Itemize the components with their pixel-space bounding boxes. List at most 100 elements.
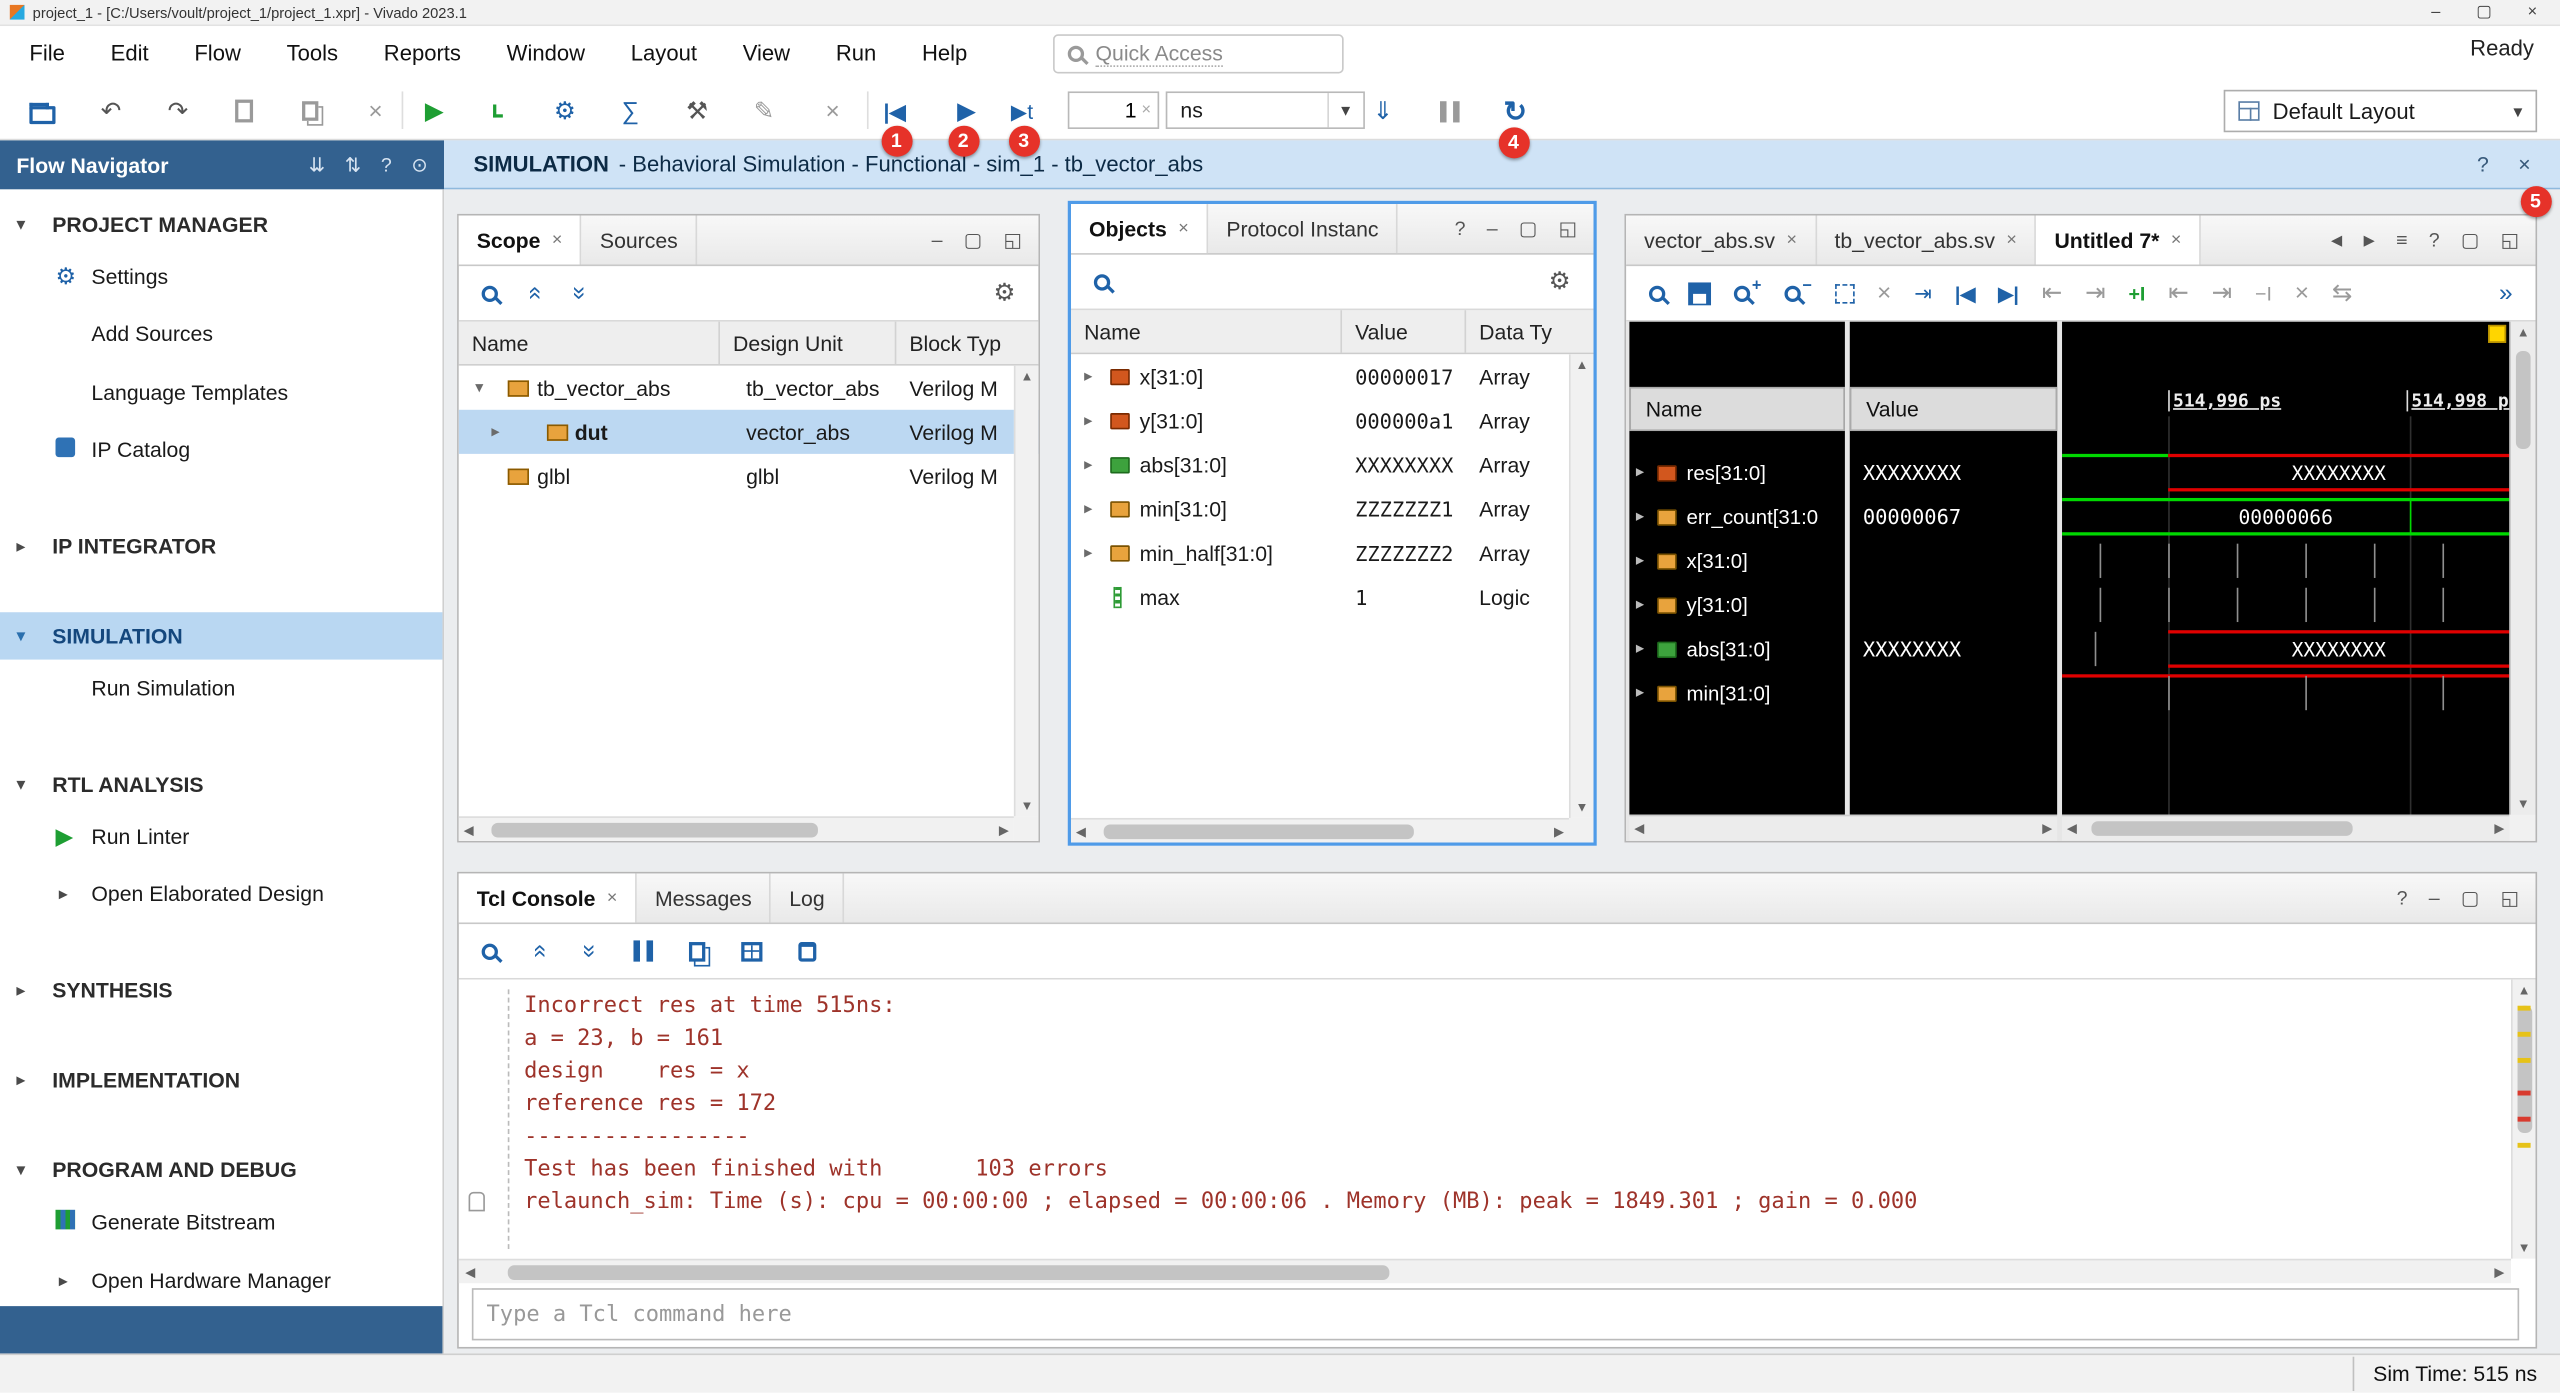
scroll-down-icon[interactable]: ▼ [2517, 797, 2530, 812]
help-icon[interactable]: ? [1455, 217, 1466, 240]
sim-step-icon[interactable]: ⇓ [1367, 95, 1400, 128]
wave-trace-err-count[interactable]: 00000066 [2062, 495, 2509, 539]
scrollbar-thumb[interactable] [491, 823, 818, 838]
tcl-console-output[interactable]: Incorrect res at time 515ns: a = 23, b =… [459, 980, 2536, 1259]
flow-nav-run-simulation[interactable]: Run Simulation [0, 666, 442, 708]
chevron-right-icon[interactable]: ▸ [1084, 411, 1092, 429]
marker-flag-icon[interactable] [2488, 325, 2506, 343]
maximize-icon[interactable]: ▢ [964, 229, 983, 252]
close-icon[interactable]: × [1178, 219, 1189, 239]
undo-icon[interactable]: ↶ [95, 95, 128, 128]
scroll-up-icon[interactable]: ▲ [2518, 983, 2531, 998]
chevron-down-icon[interactable]: ▾ [475, 379, 483, 397]
menu-window[interactable]: Window [484, 26, 608, 80]
pause-output-icon[interactable] [633, 940, 653, 961]
report-sigma-icon[interactable]: ∑ [614, 95, 647, 128]
flow-nav-project-manager[interactable]: ▾ PROJECT MANAGER [0, 202, 442, 244]
scroll-right-icon[interactable]: ▶ [2494, 1264, 2504, 1279]
scroll-down-icon[interactable]: ▼ [1020, 798, 1033, 813]
close-icon[interactable]: × [2006, 230, 2017, 250]
vertical-scrollbar[interactable]: ▲ ▼ [1014, 366, 1038, 817]
flow-nav-generate-bitstream[interactable]: Generate Bitstream [0, 1200, 442, 1242]
wave-col-name-header[interactable]: Name [1629, 387, 1845, 431]
flow-nav-rtl-analysis[interactable]: ▾ RTL ANALYSIS [0, 762, 442, 804]
tab-log[interactable]: Log [771, 873, 844, 922]
help-icon[interactable]: ? [2397, 887, 2408, 910]
object-row-y[interactable]: ▸ y[31:0] 000000a1 Array [1071, 398, 1593, 442]
wave-signal-row[interactable]: ▸ res[31:0] [1629, 451, 1845, 495]
sim-time-value-field[interactable] [1076, 98, 1137, 122]
scroll-up-icon[interactable]: ▲ [1576, 358, 1589, 373]
copy-icon[interactable] [294, 95, 327, 128]
object-row-x[interactable]: ▸ x[31:0] 00000017 Array [1071, 354, 1593, 398]
tab-menu-icon[interactable]: ≡ [2396, 229, 2407, 252]
minimize-icon[interactable]: – [1487, 217, 1498, 240]
select-all-icon[interactable] [741, 941, 762, 961]
scrollbar-thumb[interactable] [1104, 824, 1414, 839]
wave-signal-row[interactable]: ▸ min[31:0] [1629, 671, 1845, 715]
scrollbar-thumb[interactable] [2518, 1006, 2533, 1133]
new-file-icon[interactable] [227, 95, 260, 128]
tcl-command-inputbox[interactable] [472, 1288, 2519, 1340]
maximize-icon[interactable]: ▢ [1519, 217, 1538, 240]
horizontal-scrollbar[interactable]: ◀ ▶ [1629, 815, 2057, 841]
menu-layout[interactable]: Layout [608, 26, 720, 80]
object-row-min-half[interactable]: ▸ min_half[31:0] ZZZZZZZ2 Array [1071, 531, 1593, 575]
wave-signal-row[interactable]: ▸ x[31:0] [1629, 539, 1845, 583]
scroll-up-icon[interactable]: ▲ [1020, 369, 1033, 384]
close-simulation-icon[interactable]: × [2518, 152, 2530, 176]
object-row-abs[interactable]: ▸ abs[31:0] XXXXXXXX Array [1071, 442, 1593, 486]
wave-col-value-header[interactable]: Value [1850, 387, 2057, 431]
scrollbar-thumb[interactable] [2516, 351, 2531, 449]
maximize-icon[interactable]: ▢ [2461, 887, 2480, 910]
scroll-up-icon[interactable]: ▲ [2517, 325, 2530, 340]
zoom-fit-icon[interactable] [1835, 283, 1855, 303]
flow-nav-add-sources[interactable]: Add Sources [0, 312, 442, 354]
menu-help[interactable]: Help [899, 26, 990, 80]
tab-sources[interactable]: Sources [582, 216, 697, 265]
horizontal-scrollbar[interactable]: ◀ ▶ [1071, 818, 1569, 842]
wave-trace-res[interactable]: XXXXXXXX [2062, 451, 2509, 495]
flow-nav-synthesis[interactable]: ▸ SYNTHESIS [0, 968, 442, 1010]
object-row-min[interactable]: ▸ min[31:0] ZZZZZZZ1 Array [1071, 487, 1593, 531]
close-icon[interactable]: × [2171, 230, 2182, 250]
flow-nav-settings[interactable]: ⚙ Settings [0, 255, 442, 297]
chevron-right-icon[interactable]: ▸ [491, 423, 499, 441]
zoom-cursor-icon[interactable]: × [1877, 281, 1891, 305]
tab-protocol-instances[interactable]: Protocol Instanc [1208, 204, 1398, 253]
chevron-right-icon[interactable]: ▸ [1636, 640, 1644, 658]
settings-gear-icon[interactable]: ⚙ [549, 95, 582, 128]
scroll-right-icon[interactable]: ▶ [999, 822, 1009, 837]
menu-run[interactable]: Run [813, 26, 899, 80]
layout-selector[interactable]: Default Layout ▾ [2224, 90, 2537, 132]
tab-scroll-left-icon[interactable]: ◀ [2331, 231, 2342, 249]
run-step-icon[interactable] [480, 95, 513, 128]
add-marker-icon[interactable]: +I [2128, 283, 2145, 303]
scroll-right-icon[interactable]: ▶ [1554, 824, 1564, 839]
next-transition-icon[interactable]: ▶| [1998, 283, 2019, 303]
copy-icon[interactable] [688, 941, 704, 961]
scope-row-tb-vector-abs[interactable]: ▾ tb_vector_abs tb_vector_abs Verilog M [459, 366, 1039, 410]
clear-icon[interactable]: × [1141, 101, 1151, 119]
window-maximize-icon[interactable]: ▢ [2476, 3, 2491, 21]
scroll-left-icon[interactable]: ◀ [465, 1264, 475, 1279]
sim-run-all-icon[interactable]: ▶ [950, 95, 983, 128]
window-minimize-icon[interactable]: – [2431, 3, 2440, 21]
scroll-left-icon[interactable]: ◀ [1076, 824, 1086, 839]
horizontal-scrollbar[interactable]: ◀ ▶ [2062, 815, 2509, 841]
help-icon[interactable]: ? [381, 153, 392, 176]
flow-nav-implementation[interactable]: ▸ IMPLEMENTATION [0, 1058, 442, 1100]
help-icon[interactable]: ? [2429, 229, 2440, 252]
flow-nav-program-debug[interactable]: ▾ PROGRAM AND DEBUG [0, 1148, 442, 1190]
tab-tcl-console[interactable]: Tcl Console × [459, 873, 637, 922]
scroll-left-icon[interactable]: ◀ [464, 822, 474, 837]
float-icon[interactable]: ◱ [1004, 229, 1023, 252]
tools-icon[interactable]: ⚒ [681, 95, 714, 128]
search-icon[interactable] [482, 285, 498, 301]
quick-access-search[interactable]: Quick Access [1053, 34, 1344, 73]
float-icon[interactable]: ◱ [2501, 887, 2520, 910]
flow-nav-open-hw-manager[interactable]: ▸ Open Hardware Manager [0, 1259, 442, 1301]
save-waveform-icon[interactable] [1688, 282, 1711, 305]
col-name[interactable]: Name [459, 322, 720, 364]
scope-row-glbl[interactable]: glbl glbl Verilog M [459, 454, 1039, 498]
